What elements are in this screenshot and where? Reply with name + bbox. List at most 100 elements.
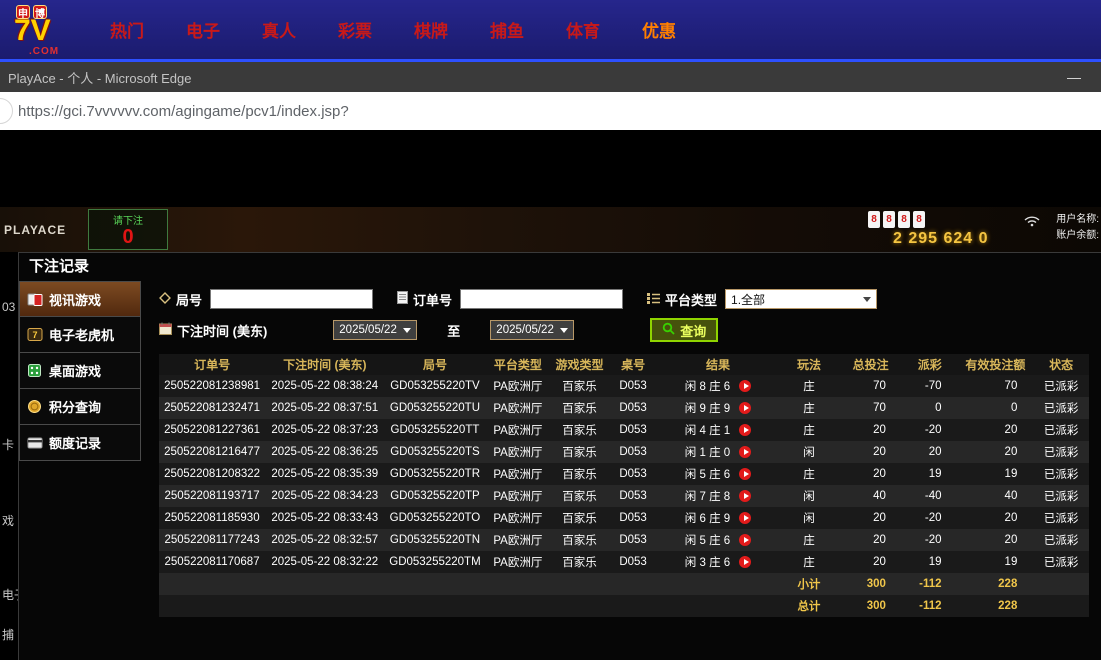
order-label-text: 订单号 [413,290,452,309]
sidebar-item[interactable]: 额度记录 [19,425,141,461]
play-type-cell: 庄 [779,529,840,551]
replay-button[interactable] [739,468,751,480]
date-from-select[interactable]: 2025/05/22 [333,320,417,340]
order-number-input[interactable] [460,289,623,309]
summary-payout: -112 [902,595,958,617]
nav-item[interactable]: 棋牌 [414,17,448,42]
status-cell: 已派彩 [1033,485,1089,507]
nav-item[interactable]: 真人 [262,17,296,42]
search-icon [662,322,675,338]
search-button[interactable]: 查询 [650,318,718,342]
replay-button[interactable] [739,534,751,546]
game-type-cell: 百家乐 [550,419,609,441]
table-no-cell: D053 [609,551,658,573]
round-no-cell: GD053255220TT [384,419,485,441]
slot-machine-icon: 7 [26,327,43,342]
replay-button[interactable] [739,402,751,414]
table-no-cell: D053 [609,441,658,463]
result-cell: 闲 9 庄 9 [657,397,778,419]
playing-card: 8 [868,211,880,228]
platform-type-icon [647,292,660,307]
bet-time-cell: 2025-05-22 08:33:43 [265,507,384,529]
game-type-cell: 百家乐 [550,485,609,507]
status-cell: 已派彩 [1033,441,1089,463]
nav-item[interactable]: 电子 [186,17,220,42]
valid-bet-cell: 19 [958,463,1034,485]
play-type-cell: 庄 [779,419,840,441]
bet-time-label: 下注时间 (美东) [159,321,267,340]
total-bet-cell: 20 [839,507,902,529]
bet-time-cell: 2025-05-22 08:32:22 [265,551,384,573]
address-bar-circle [0,98,13,124]
nav-item[interactable]: 热门 [110,17,144,42]
total-bet-cell: 20 [839,551,902,573]
nav-item[interactable]: 捕鱼 [490,17,524,42]
order-no-cell: 250522081238981 [159,375,265,397]
panel-content: 局号 订单号 平台类型 1.全部 下注时间 [141,281,1101,660]
background-fragment: 电子 [2,586,18,603]
account-info: 用户名称:账户余额: [1056,212,1099,244]
to-label: 至 [447,321,460,340]
order-no-cell: 250522081185930 [159,507,265,529]
payout-cell: -20 [902,419,958,441]
platform-type-select[interactable]: 1.全部 [725,289,877,309]
game-type-cell: 百家乐 [550,463,609,485]
payout-cell: 19 [902,551,958,573]
replay-button[interactable] [739,446,751,458]
result-text: 闲 6 庄 9 [685,513,730,525]
sidebar-item[interactable]: 积分查询 [19,389,141,425]
result-cell: 闲 7 庄 8 [657,485,778,507]
round-no-cell: GD053255220TN [384,529,485,551]
address-bar[interactable]: https://gci.7vvvvvv.com/agingame/pcv1/in… [0,92,1101,130]
background-fragment: 03 [2,300,18,314]
replay-button[interactable] [739,424,751,436]
table-row: 2505220811772432025-05-22 08:32:57GD0532… [159,529,1089,551]
summary-total-bet: 300 [839,595,902,617]
replay-button[interactable] [739,490,751,502]
search-button-label: 查询 [680,321,706,340]
wifi-icon [1024,214,1040,232]
summary-valid-bet: 228 [958,595,1034,617]
result-cell: 闲 6 庄 9 [657,507,778,529]
replay-button[interactable] [739,512,751,524]
game-background-strip: PLAYACE 请下注 0 8888 2 295 624 0 用户名称:账户余额… [0,207,1101,252]
table-row: 2505220811706872025-05-22 08:32:22GD0532… [159,551,1089,573]
column-header: 玩法 [779,354,840,375]
filter-row-1: 局号 订单号 平台类型 1.全部 [159,289,1089,309]
game-type-cell: 百家乐 [550,507,609,529]
result-text: 闲 5 庄 6 [685,535,730,547]
table-row: 2505220811859302025-05-22 08:33:43GD0532… [159,507,1089,529]
table-games-icon [26,363,43,378]
nav-item[interactable]: 彩票 [338,17,372,42]
bet-status-box: 请下注 0 [88,209,168,250]
minimize-button[interactable]: — [1067,69,1081,85]
valid-bet-cell: 20 [958,529,1034,551]
site-logo[interactable]: 申博 7V .COM [0,2,96,57]
round-no-cell: GD053255220TU [384,397,485,419]
sidebar-item[interactable]: 7电子老虎机 [19,317,141,353]
top-nav-items: 热门 电子 真人 彩票 棋牌 捕鱼 体育 优惠 [110,17,676,42]
logo-badges: 申博 [16,5,47,19]
nav-item[interactable]: 优惠 [642,17,676,42]
replay-button[interactable] [739,556,751,568]
order-no-cell: 250522081208322 [159,463,265,485]
round-number-input[interactable] [210,289,373,309]
sidebar-item[interactable]: 桌面游戏 [19,353,141,389]
sidebar-item-label: 视讯游戏 [49,290,101,309]
platform-cell: PA欧洲厅 [486,397,551,419]
payout-cell: 20 [902,441,958,463]
payout-cell: -70 [902,375,958,397]
summary-payout: -112 [902,573,958,595]
date-to-select[interactable]: 2025/05/22 [490,320,574,340]
replay-button[interactable] [739,380,751,392]
total-bet-cell: 20 [839,463,902,485]
table-no-cell: D053 [609,375,658,397]
nav-item[interactable]: 体育 [566,17,600,42]
sidebar-item[interactable]: 视讯游戏 [19,281,141,317]
account-label: 账户余额: [1056,228,1099,244]
play-type-cell: 庄 [779,463,840,485]
play-type-cell: 庄 [779,375,840,397]
table-row: 2505220812273612025-05-22 08:37:23GD0532… [159,419,1089,441]
black-spacer [0,130,1101,207]
platform-cell: PA欧洲厅 [486,375,551,397]
